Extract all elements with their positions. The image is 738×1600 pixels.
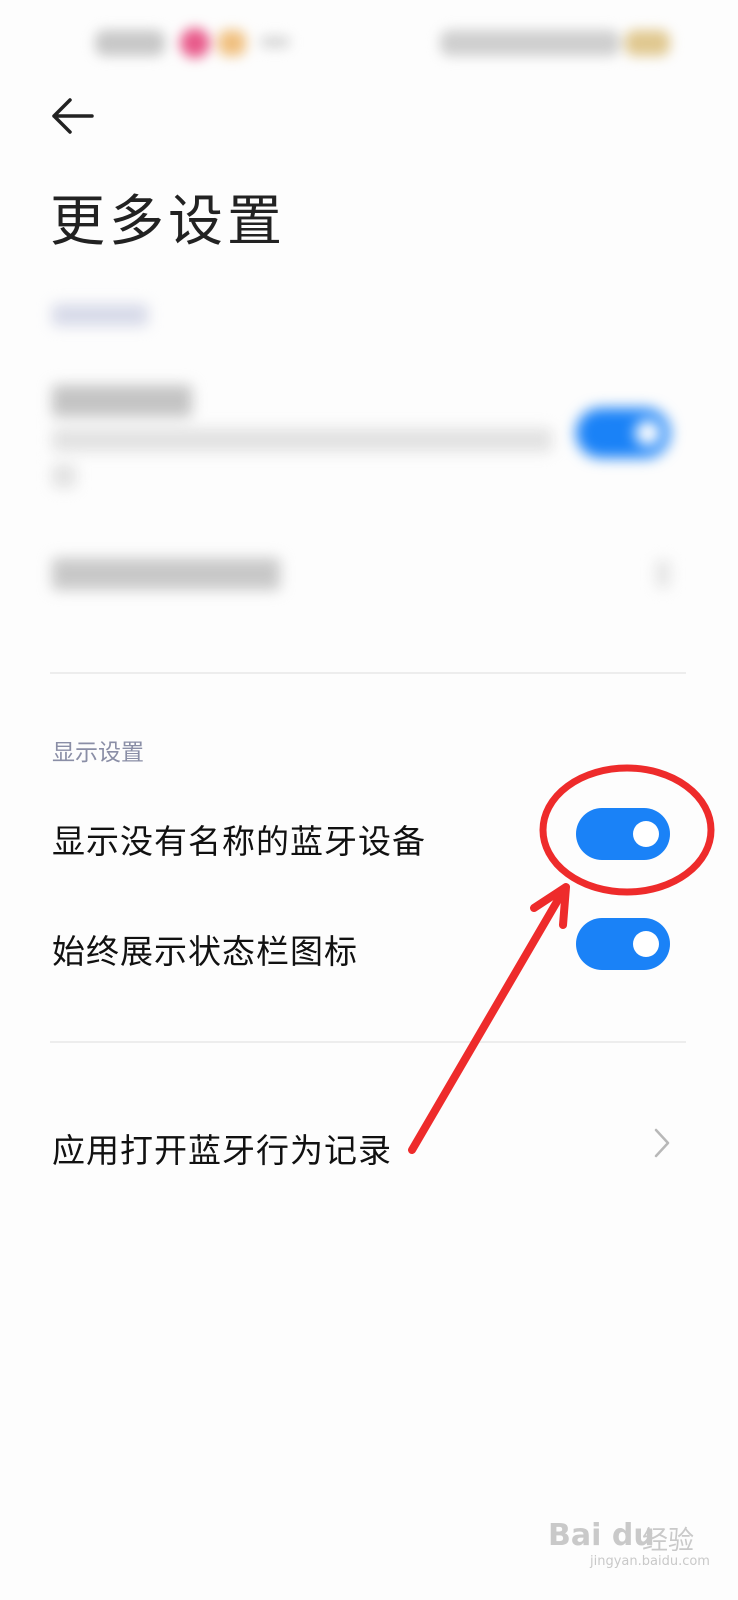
watermark-url: jingyan.baidu.com (590, 1554, 710, 1569)
status-bar (0, 0, 738, 90)
page-title: 更多设置 (50, 189, 287, 253)
toggle-knob (633, 821, 659, 847)
row-label: 始终展示状态栏图标 (52, 932, 358, 971)
section-header-display: 显示设置 (52, 740, 144, 766)
row-label: 显示没有名称的蓝牙设备 (52, 822, 426, 861)
toggle-knob (633, 931, 659, 957)
show-unnamed-devices-toggle[interactable] (576, 808, 670, 860)
row-label: 应用打开蓝牙行为记录 (52, 1131, 392, 1170)
arrow-left-icon (52, 98, 94, 134)
divider (50, 672, 686, 674)
divider (50, 1041, 686, 1043)
blurred-settings-section (0, 280, 738, 700)
always-show-status-icon-toggle[interactable] (576, 918, 670, 970)
baidu-jingyan-watermark: Bai du 经验 jingyan.baidu.com (548, 1518, 710, 1578)
chevron-right-icon (654, 1128, 670, 1158)
watermark-cn: 经验 (642, 1526, 695, 1556)
more-settings-screen: 更多设置 显示设置 显示没有名称的蓝牙设备 始终展示状态栏图标 应用打开蓝牙行为… (0, 0, 738, 1600)
back-button[interactable] (50, 96, 96, 136)
watermark-brand: Bai du (548, 1518, 655, 1553)
